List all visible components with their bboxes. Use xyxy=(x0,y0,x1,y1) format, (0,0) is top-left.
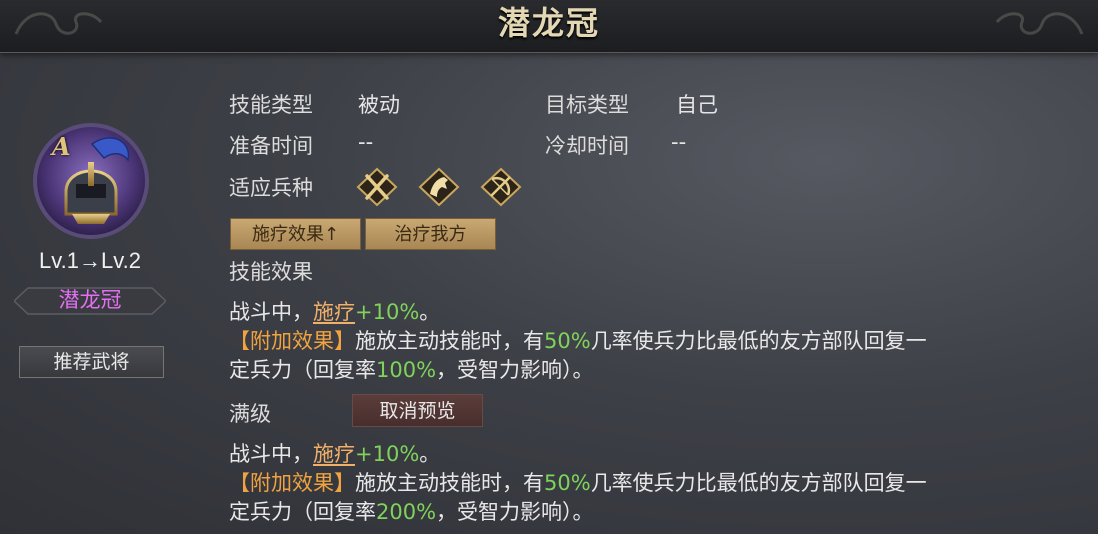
title-bar: 潜龙冠 xyxy=(0,0,1098,53)
max-effect-text: 战斗中，施疗+10%。 【附加效果】施放主动技能时，有50%几率使兵力比最低的友… xyxy=(229,440,1069,527)
target-type-label: 目标类型 xyxy=(545,93,629,117)
target-type-value: 自己 xyxy=(676,93,718,117)
skill-name: 潜龙冠 xyxy=(58,288,122,312)
skill-avatar xyxy=(32,122,150,240)
cancel-preview-button[interactable]: 取消预览 xyxy=(352,394,483,427)
heal-link[interactable]: 施疗 xyxy=(313,300,355,324)
rank-badge: A xyxy=(52,132,71,161)
level-text: Lv.1→Lv.2 xyxy=(39,248,141,273)
recommend-generals-button[interactable]: 推荐武将 xyxy=(19,346,164,378)
effect-line: 战斗中，施疗+10%。 xyxy=(229,442,441,466)
effect-line: 定兵力（回复率100%，受智力影响）。 xyxy=(229,358,594,382)
tag-heal-up: 施疗效果↑ xyxy=(230,218,361,250)
skill-type-value: 被动 xyxy=(358,93,400,117)
cooldown-label: 冷却时间 xyxy=(545,134,629,158)
page-title: 潜龙冠 xyxy=(497,4,600,42)
cloud-ornament-icon xyxy=(995,12,1084,35)
prep-time-label: 准备时间 xyxy=(229,134,313,158)
bow-icon xyxy=(480,167,522,207)
horse-icon xyxy=(418,167,460,207)
cooldown-value: -- xyxy=(671,130,687,154)
prep-time-value: -- xyxy=(358,130,374,154)
effect-line: 【附加效果】施放主动技能时，有50%几率使兵力比最低的友方部队回复一 xyxy=(229,471,927,495)
max-level-label: 满级 xyxy=(229,402,271,426)
skill-type-label: 技能类型 xyxy=(229,93,313,117)
effect-line: 【附加效果】施放主动技能时，有50%几率使兵力比最低的友方部队回复一 xyxy=(229,329,927,353)
skill-effect-label: 技能效果 xyxy=(229,260,313,284)
troop-type-label: 适应兵种 xyxy=(229,176,313,200)
effect-line: 战斗中，施疗+10%。 xyxy=(229,300,441,324)
spear-icon xyxy=(356,167,398,207)
heal-link[interactable]: 施疗 xyxy=(313,442,355,466)
current-effect-text: 战斗中，施疗+10%。 【附加效果】施放主动技能时，有50%几率使兵力比最低的友… xyxy=(229,298,1069,385)
helmet-icon xyxy=(33,123,149,239)
effect-line: 定兵力（回复率200%，受智力影响）。 xyxy=(229,500,594,524)
tag-heal-ally: 治疗我方 xyxy=(365,218,496,250)
